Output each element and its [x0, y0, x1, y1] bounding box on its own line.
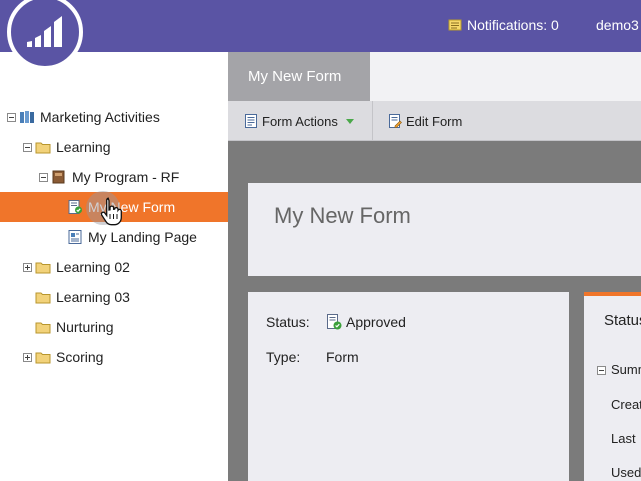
folder-icon [35, 142, 51, 154]
top-header: Notifications: 0 demo3 [0, 0, 641, 70]
tree-item-my-program-rf[interactable]: My Program - RF [0, 162, 228, 192]
tree-item-label: Nurturing [56, 319, 114, 335]
folder-icon [35, 292, 51, 304]
tree-item-label: My Landing Page [88, 229, 197, 245]
main-content: My New Form Form Actions Edit Form My Ne… [228, 52, 641, 481]
edit-form-button[interactable]: Edit Form [388, 101, 462, 141]
user-menu[interactable]: demo3 [596, 17, 639, 33]
tab-my-new-form[interactable]: My New Form [228, 52, 370, 101]
tree-item-label: Marketing Activities [40, 109, 160, 125]
notification-note-icon [448, 19, 462, 31]
tab-bar: My New Form [228, 52, 641, 101]
status-value-text: Approved [346, 314, 406, 330]
tree-item-scoring[interactable]: Scoring [0, 342, 228, 372]
type-row: Type: Form [266, 349, 359, 365]
asset-title-panel: My New Form [248, 183, 641, 276]
created-label: Created [611, 397, 641, 412]
form-icon [245, 114, 257, 128]
status-label: Status: [266, 314, 310, 330]
form-actions-label: Form Actions [262, 113, 338, 129]
details-panel: Status: Approved Type: Form [248, 292, 569, 481]
summary-label: Summary [611, 362, 641, 377]
collapse-toggle-icon[interactable] [597, 366, 606, 375]
tree-item-marketing-activities[interactable]: Marketing Activities [0, 102, 228, 132]
type-value: Form [326, 349, 359, 365]
tree-item-learning[interactable]: Learning [0, 132, 228, 162]
used-label: Used [611, 465, 641, 480]
landing-page-icon [68, 230, 82, 244]
form-approved-icon [68, 200, 82, 214]
edit-form-icon [389, 114, 402, 128]
toolbar-divider [372, 101, 373, 141]
tree-item-label: Scoring [56, 349, 104, 365]
program-icon [52, 170, 65, 184]
marketing-activities-icon [20, 111, 34, 123]
collapse-toggle-icon[interactable] [39, 172, 48, 182]
dropdown-caret-icon [345, 118, 354, 124]
page-title: My New Form [274, 203, 411, 228]
notifications-label: Notifications: 0 [467, 17, 559, 33]
expand-toggle-icon[interactable] [23, 262, 32, 272]
collapse-toggle-icon[interactable] [23, 142, 32, 152]
toolbar: Form Actions Edit Form [228, 101, 641, 141]
tree-item-label: Learning 02 [56, 259, 130, 275]
form-actions-button[interactable]: Form Actions [244, 101, 354, 141]
status-panel-title: Status [604, 312, 641, 329]
tree-item-learning-03[interactable]: Learning 03 [0, 282, 228, 312]
folder-icon [35, 322, 51, 334]
expand-toggle-icon[interactable] [23, 352, 32, 362]
status-row: Status: Approved [266, 314, 406, 330]
type-label: Type: [266, 349, 301, 365]
edit-form-label: Edit Form [406, 113, 463, 129]
folder-icon [35, 262, 51, 274]
tree-item-learning-02[interactable]: Learning 02 [0, 252, 228, 282]
marketing-tree: Marketing Activities Learning My Program… [0, 52, 228, 481]
tree-item-nurturing[interactable]: Nurturing [0, 312, 228, 342]
collapse-toggle-icon[interactable] [7, 112, 16, 122]
tree-item-label: Learning [56, 139, 111, 155]
tree-item-label: Learning 03 [56, 289, 130, 305]
status-panel: Status Summary Created Last Used [584, 292, 641, 481]
last-label: Last [611, 431, 636, 446]
tree-item-label: My Program - RF [72, 169, 180, 185]
folder-icon [35, 352, 51, 364]
notifications-link[interactable]: Notifications: 0 [448, 17, 559, 33]
approved-icon [327, 314, 342, 330]
status-value: Approved [326, 314, 406, 330]
